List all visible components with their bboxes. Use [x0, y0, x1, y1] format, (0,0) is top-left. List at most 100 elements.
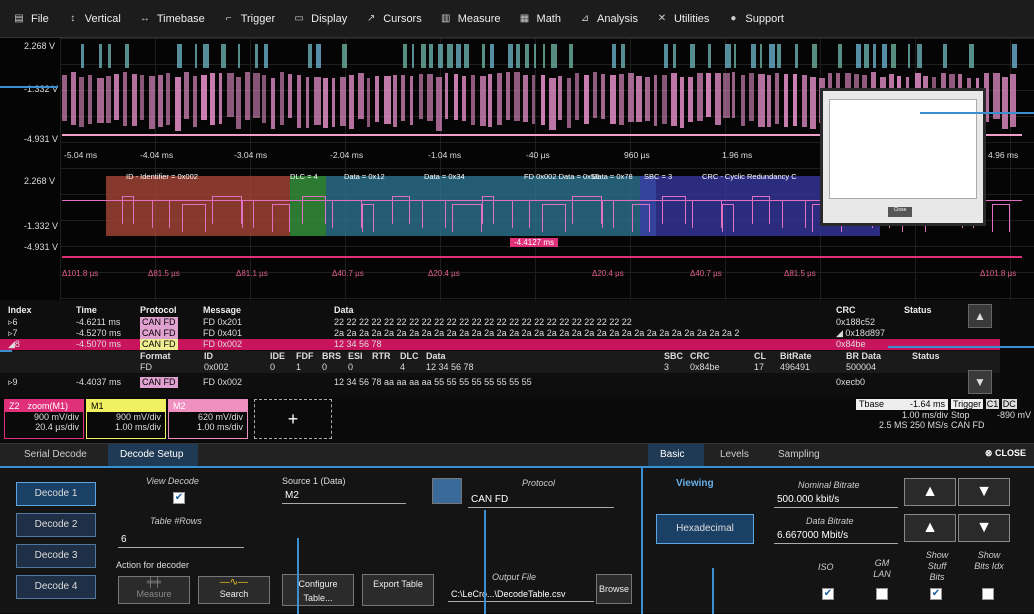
table-scroll-up-button[interactable]: ▲ [968, 304, 992, 328]
channel-descriptor-m2[interactable]: M2 620 mV/div 1.00 ms/div [168, 399, 248, 439]
table-row[interactable]: ▹6 -4.6211 ms CAN FD FD 0x201 22 22 22 22 22… [0, 317, 1000, 328]
browse-button[interactable]: Browse [596, 574, 632, 604]
decode-4-button[interactable]: Decode 4 [16, 575, 96, 599]
callout-line [0, 86, 58, 88]
tab-decode-setup[interactable]: Decode Setup [108, 444, 198, 466]
menu-support[interactable]: ● Support [718, 0, 793, 38]
hexadecimal-button[interactable]: Hexadecimal [656, 514, 754, 544]
menu-file[interactable]: ▤ File [4, 0, 58, 38]
tab-basic[interactable]: Basic [648, 444, 704, 466]
menu-analysis[interactable]: ⊿ Analysis [570, 0, 647, 38]
cursors-icon: ↗ [367, 13, 376, 24]
cell-message: FD 0x002 [203, 377, 243, 387]
table-scroll-down-button[interactable]: ▼ [968, 370, 992, 394]
menu-measure[interactable]: ▥ Measure [431, 0, 510, 38]
channel-descriptor-z2[interactable]: Z2 zoom(M1) 900 mV/div 20.4 µs/div [4, 399, 84, 439]
protocol-field[interactable]: CAN FD [468, 492, 614, 508]
menu-math[interactable]: ▦ Math [510, 0, 570, 38]
menu-utilities[interactable]: ✕ Utilities [647, 0, 718, 38]
header-status[interactable]: Status [904, 305, 932, 316]
channel-descriptor-m1[interactable]: M1 900 mV/div 1.00 ms/div [86, 399, 166, 439]
popup-close-button[interactable]: Close [888, 207, 912, 217]
header-crc[interactable]: CRC [836, 305, 856, 316]
callout-line [920, 112, 1034, 114]
measure-icon: ▥ [441, 13, 451, 24]
menu-label: Measure [457, 12, 501, 25]
detail-header-cell: BR Data [846, 351, 882, 361]
trigger-descriptor[interactable]: Trigger C1 DC Stop -890 mV CAN FD [951, 399, 1031, 439]
decode-1-button[interactable]: Decode 1 [16, 482, 96, 506]
close-button[interactable]: ⊗ CLOSE [985, 448, 1026, 459]
search-button[interactable]: —∿— Search [198, 576, 270, 604]
measure-button[interactable]: ╪╪ Measure [118, 576, 190, 604]
utilities-icon: ✕ [657, 13, 667, 24]
configure-table-button[interactable]: Configure Table... [282, 574, 354, 606]
iso-label: ISO [818, 562, 834, 572]
table-row[interactable]: ▹9 -4.4037 ms CAN FD FD 0x002 12 34 56 78 aa… [0, 377, 1000, 388]
table-row[interactable]: ▹7 -4.5270 ms CAN FD FD 0x401 2a 2a 2a 2a 2a… [0, 328, 1000, 339]
menu-timebase[interactable]: ↔ Timebase [130, 0, 214, 38]
header-protocol[interactable]: Protocol [140, 305, 177, 316]
menu-trigger[interactable]: ⌐ Trigger [214, 0, 284, 38]
table-row[interactable]: ◢8 -4.5070 ms CAN FD FD 0x002 12 34 56 78 0x8… [0, 339, 1000, 350]
header-time[interactable]: Time [76, 305, 97, 316]
nominal-down-button[interactable]: ▼ [958, 478, 1010, 506]
decode-popup-window[interactable]: Close [820, 88, 986, 226]
waveform-display[interactable]: 2.268 V -1.332 V -4.931 V -5.04 ms -4.04 … [0, 38, 1034, 300]
header-message[interactable]: Message [203, 305, 241, 316]
channel-vdiv: 900 mV/div [33, 412, 79, 422]
header-index[interactable]: Index [8, 305, 32, 316]
view-decode-checkbox[interactable]: ✔ [173, 492, 185, 504]
decode-3-button[interactable]: Decode 3 [16, 544, 96, 568]
data-up-button[interactable]: ▲ [904, 514, 956, 542]
decode-table[interactable]: Index Time Protocol Message Data CRC Sta… [0, 300, 1000, 397]
cell-protocol: CAN FD [140, 377, 178, 388]
detail-header-cell: SBC [664, 351, 684, 361]
detail-cell: 12 34 56 78 [426, 362, 474, 372]
output-file-field[interactable]: C:\LeCro...\DecodeTable.csv [448, 586, 594, 602]
cell-crc: ◢ 0x18d897 [836, 328, 885, 338]
export-table-button[interactable]: Export Table [362, 574, 434, 606]
menu-display[interactable]: ▭ Display [284, 0, 356, 38]
data-bitrate-field[interactable]: 6.667000 Mbit/s [774, 528, 898, 544]
tab-sampling[interactable]: Sampling [766, 444, 832, 466]
show-bits-idx-checkbox[interactable] [982, 588, 994, 600]
menu-cursors[interactable]: ↗ Cursors [356, 0, 431, 38]
detail-cell: 0 [270, 362, 276, 372]
menu-label: Cursors [383, 12, 422, 25]
cell-time: -4.4037 ms [76, 377, 122, 387]
menu-label: Timebase [156, 12, 205, 25]
tab-underline [0, 466, 644, 468]
table-rows-field[interactable]: 6 [118, 532, 244, 548]
cell-protocol: CAN FD [140, 339, 178, 350]
detail-cell: 0x84be [690, 362, 720, 372]
detail-header-cell: IDE [270, 351, 286, 361]
iso-checkbox[interactable]: ✔ [822, 588, 834, 600]
nominal-bitrate-field[interactable]: 500.000 kbit/s [774, 492, 898, 508]
timebase-descriptor[interactable]: Tbase -1.64 ms 1.00 ms/div 2.5 MS 250 MS/… [856, 399, 948, 439]
menu-vertical[interactable]: ↕ Vertical [58, 0, 130, 38]
channel-bar: Z2 zoom(M1) 900 mV/div 20.4 µs/div M1 900 mV/… [0, 397, 1034, 441]
channel-tdiv: 20.4 µs/div [35, 422, 79, 432]
data-down-button[interactable]: ▼ [958, 514, 1010, 542]
channel-vdiv: 620 mV/div [197, 412, 243, 422]
show-stuff-bits-checkbox[interactable]: ✔ [930, 588, 942, 600]
detail-header-cell: Format [140, 351, 171, 361]
search-label: Search [219, 589, 249, 599]
protocol-icon[interactable] [432, 478, 462, 504]
decode-field-label: SBC = 3 [644, 172, 673, 181]
cell-time: -4.6211 ms [76, 317, 121, 327]
add-channel-button[interactable]: + [254, 399, 332, 439]
header-data[interactable]: Data [334, 305, 354, 316]
source-field[interactable]: M2 [282, 488, 406, 504]
time-axis-label: 1.96 ms [722, 150, 753, 160]
nominal-up-button[interactable]: ▲ [904, 478, 956, 506]
file-icon: ▤ [14, 13, 24, 24]
detail-header-cell: CRC [690, 351, 710, 361]
time-axis-label: 4.96 ms [988, 150, 1019, 160]
decode-2-button[interactable]: Decode 2 [16, 513, 96, 537]
cell-index: ▹9 [8, 377, 18, 387]
tab-serial-decode[interactable]: Serial Decode [12, 444, 99, 466]
tab-levels[interactable]: Levels [708, 444, 761, 466]
gmlan-checkbox[interactable] [876, 588, 888, 600]
